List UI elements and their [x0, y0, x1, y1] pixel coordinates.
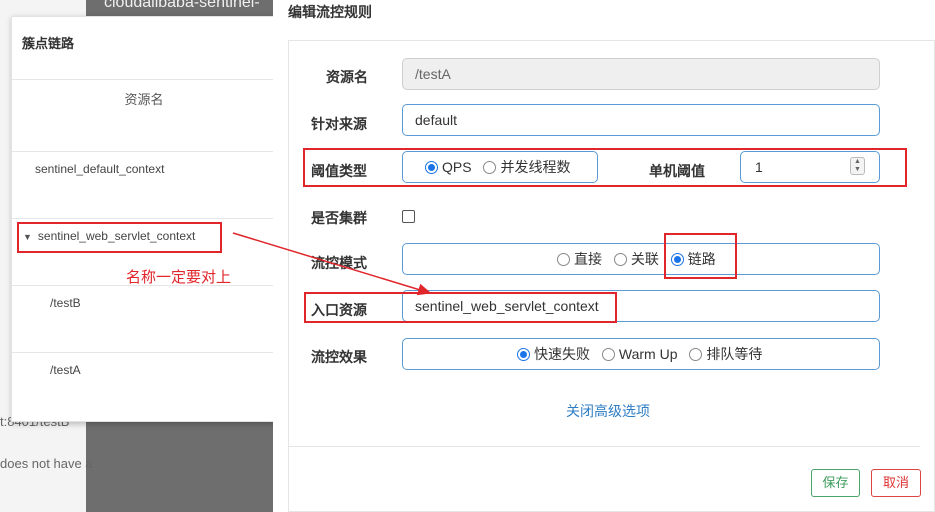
cancel-button[interactable]: 取消 [871, 469, 921, 497]
flow-effect-label: 流控效果 [311, 349, 367, 365]
caret-down-icon[interactable]: ▼ [23, 232, 32, 242]
flow-mode-relate-option[interactable]: 关联 [613, 244, 659, 274]
threshold-type-label: 阈值类型 [311, 163, 367, 179]
tree-column-header: 资源名 [124, 92, 164, 107]
save-button[interactable]: 保存 [811, 469, 860, 497]
radio-unchecked-icon[interactable] [601, 348, 615, 361]
effect-warm-up-option[interactable]: Warm Up [601, 339, 677, 369]
tree-row-label: sentinel_default_context [35, 162, 165, 176]
tree-row-label: sentinel_web_servlet_context [37, 229, 196, 243]
entry-resource-input[interactable]: sentinel_web_servlet_context [402, 290, 880, 322]
resource-name-field: /testA [402, 58, 880, 90]
flow-mode-label: 流控模式 [311, 255, 367, 271]
entry-resource-label: 入口资源 [311, 302, 367, 318]
tree-row-testA[interactable]: /testA [50, 363, 81, 377]
origin-label: 针对来源 [311, 116, 367, 132]
number-stepper-icon[interactable]: ▲ ▼ [850, 157, 865, 175]
background-message-text: does not have a [0, 456, 93, 471]
single-threshold-label: 单机阈值 [649, 163, 705, 179]
flow-mode-chain-option[interactable]: 链路 [670, 244, 716, 274]
divider [12, 352, 276, 353]
dialog-title: 编辑流控规则 [288, 4, 372, 20]
flow-mode-direct-option[interactable]: 直接 [557, 244, 602, 274]
radio-unchecked-icon[interactable] [613, 253, 627, 266]
flow-mode-radio-group: 直接 关联 链路 [402, 243, 880, 275]
footer-divider [288, 446, 920, 447]
tree-title: 簇点链路 [22, 36, 75, 51]
cluster-checkbox[interactable] [402, 210, 415, 223]
radio-unchecked-icon[interactable] [689, 348, 703, 361]
divider [12, 218, 276, 219]
tree-row-web-servlet-context[interactable]: ▼ sentinel_web_servlet_context [23, 229, 195, 243]
radio-checked-icon[interactable] [670, 253, 684, 266]
close-advanced-options-link[interactable]: 关闭高级选项 [566, 401, 650, 421]
radio-checked-icon[interactable] [425, 161, 438, 174]
flow-effect-radio-group: 快速失败 Warm Up 排队等待 [402, 338, 880, 370]
tree-row-label: /testA [50, 363, 81, 377]
threshold-type-qps-option[interactable]: QPS [425, 152, 472, 182]
effect-fast-fail-option[interactable]: 快速失败 [517, 339, 590, 369]
radio-unchecked-icon[interactable] [557, 253, 570, 266]
radio-checked-icon[interactable] [517, 348, 530, 361]
cluster-label: 是否集群 [311, 210, 367, 226]
effect-queue-option[interactable]: 排队等待 [689, 339, 762, 369]
annotation-note: 名称一定要对上 [126, 269, 232, 286]
radio-unchecked-icon[interactable] [483, 161, 497, 174]
resource-name-label: 资源名 [326, 69, 368, 85]
divider [12, 79, 276, 80]
single-threshold-input[interactable]: 1 ▲ ▼ [740, 151, 880, 183]
threshold-type-thread-option[interactable]: 并发线程数 [483, 152, 570, 182]
tree-row-label: /testB [50, 296, 81, 310]
divider [12, 151, 276, 152]
origin-input[interactable]: default [402, 104, 880, 136]
tree-row-default-context[interactable]: sentinel_default_context [35, 162, 164, 176]
threshold-type-radio-group: QPS 并发线程数 [402, 151, 598, 183]
background-app-name: cloudalibaba-sentinel- [104, 0, 260, 11]
resource-tree-panel: 簇点链路 资源名 sentinel_default_context ▼ senti… [11, 16, 277, 422]
tree-row-testB[interactable]: /testB [50, 296, 81, 310]
